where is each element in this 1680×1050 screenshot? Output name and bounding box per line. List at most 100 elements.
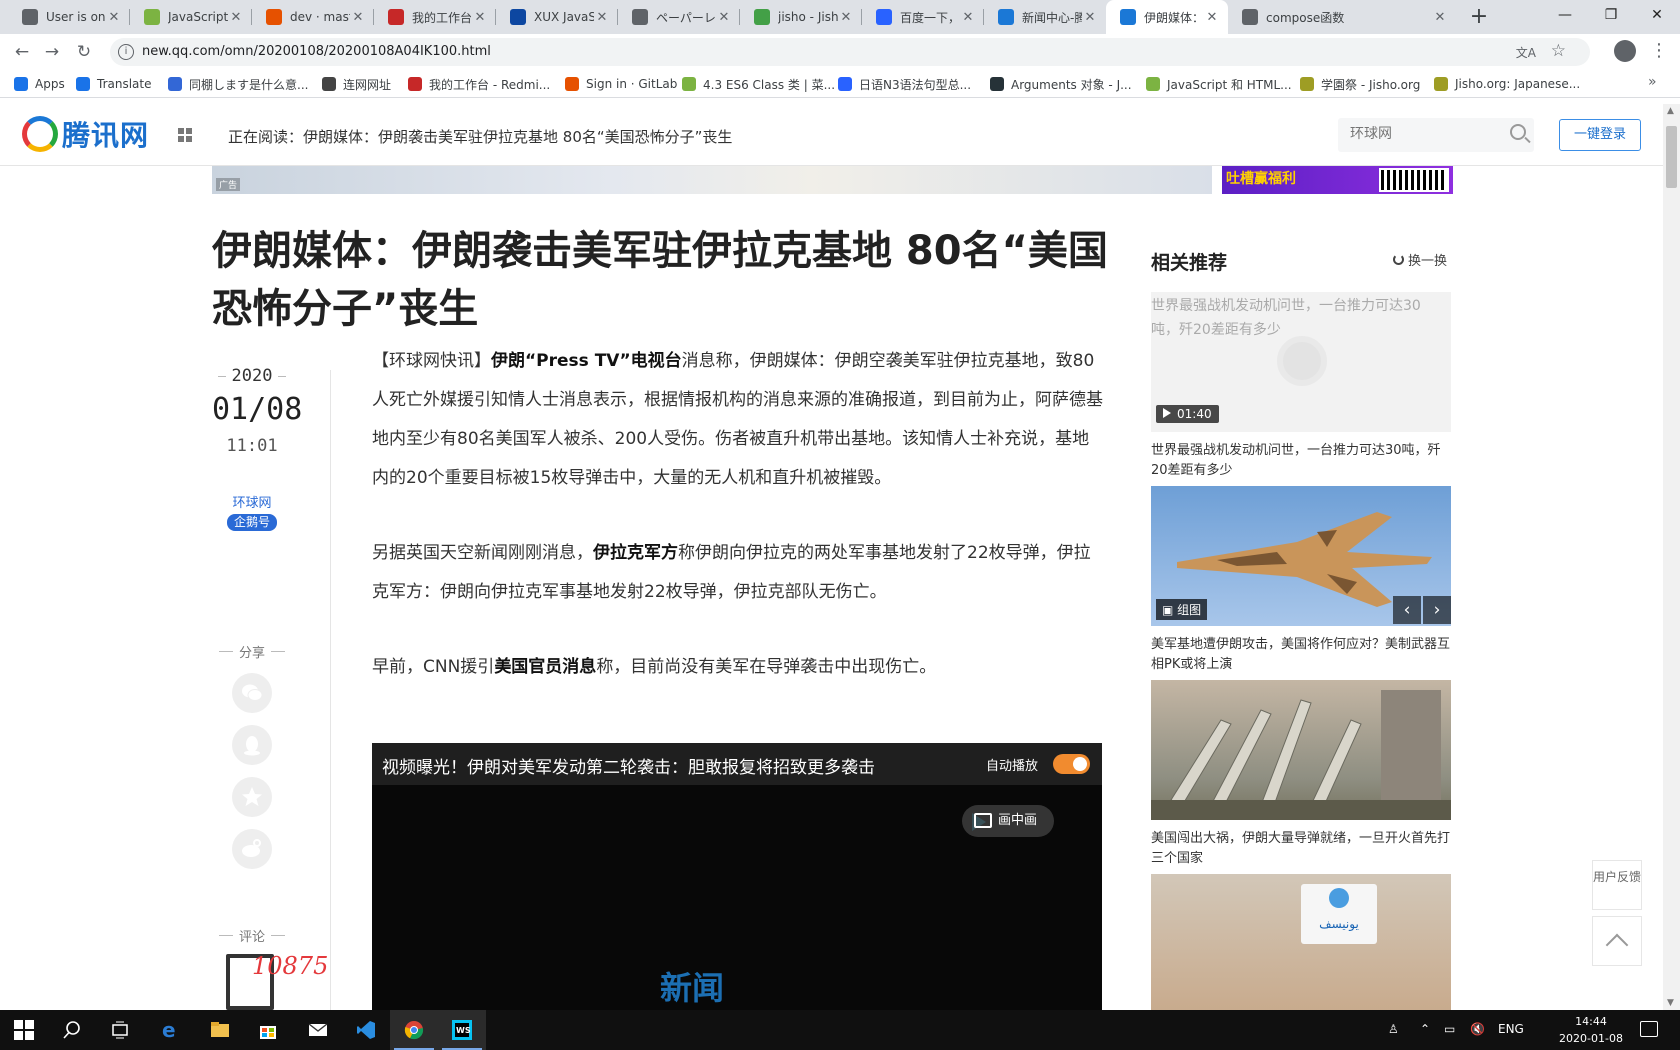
weibo-share-icon[interactable] bbox=[232, 829, 272, 869]
taskbar-edge[interactable]: e bbox=[146, 1010, 194, 1050]
site-logo[interactable]: 腾讯网 bbox=[22, 114, 149, 154]
bookmark-star-icon[interactable]: ☆ bbox=[1551, 41, 1566, 61]
source-badge[interactable]: 企鹅号 bbox=[226, 514, 277, 531]
close-icon[interactable]: ✕ bbox=[228, 10, 244, 25]
forward-icon[interactable]: → bbox=[40, 40, 64, 64]
ad-banner[interactable]: 广告 bbox=[212, 166, 1212, 194]
taskbar-mail[interactable] bbox=[294, 1010, 342, 1050]
card-thumbnail[interactable]: ▣ 组图 ‹ › bbox=[1151, 486, 1451, 626]
browser-tab[interactable]: 我的工作台 -✕ bbox=[374, 0, 496, 34]
browser-tab[interactable]: jisho - Jisho.✕ bbox=[740, 0, 862, 34]
next-arrow-icon[interactable]: › bbox=[1423, 596, 1451, 624]
bookmark-item[interactable]: 4.3 ES6 Class 类 | 菜... bbox=[682, 75, 835, 93]
refresh-button[interactable]: 换一换 bbox=[1393, 250, 1447, 269]
new-tab-button[interactable]: + bbox=[1466, 4, 1492, 30]
qq-share-icon[interactable] bbox=[232, 725, 272, 765]
card-thumbnail[interactable]: يونيسف bbox=[1151, 874, 1451, 1010]
wechat-share-icon[interactable] bbox=[232, 673, 272, 713]
taskbar-store[interactable] bbox=[244, 1010, 292, 1050]
taskbar-chrome[interactable] bbox=[390, 1010, 438, 1050]
favorite-star-icon[interactable] bbox=[232, 777, 272, 817]
search-icon[interactable] bbox=[1510, 124, 1526, 140]
bookmark-item[interactable]: 我的工作台 - Redmi... bbox=[408, 75, 550, 93]
card-caption[interactable]: 美军基地遭伊朗攻击，美国将作何应对？美制武器互相PK或将上演 bbox=[1151, 635, 1451, 675]
url-text[interactable]: new.qq.com/omn/20200108/20200108A04IK100… bbox=[142, 44, 491, 59]
back-icon[interactable]: ← bbox=[10, 40, 34, 64]
close-icon[interactable]: ✕ bbox=[350, 10, 366, 25]
minimize-button[interactable]: — bbox=[1542, 0, 1588, 30]
feedback-button[interactable]: 用户反馈 bbox=[1592, 860, 1642, 910]
card-thumbnail[interactable]: 世界最强战机发动机问世，一台推力可达30吨，歼20差距有多少 01:40 bbox=[1151, 292, 1451, 432]
browser-tab[interactable]: XUX JavaScri✕ bbox=[496, 0, 618, 34]
browser-tab[interactable]: 新闻中心-腾 ✕ bbox=[984, 0, 1106, 34]
bookmark-item[interactable]: Jisho.org: Japanese... bbox=[1434, 75, 1580, 93]
close-icon[interactable]: ✕ bbox=[472, 10, 488, 25]
volume-muted-icon[interactable]: 🔇 bbox=[1470, 1022, 1485, 1036]
profile-avatar-icon[interactable] bbox=[1614, 40, 1636, 62]
close-icon[interactable]: ✕ bbox=[838, 10, 854, 25]
address-bar[interactable]: i new.qq.com/omn/20200108/20200108A04IK1… bbox=[110, 38, 1590, 66]
comment-count[interactable]: 10875 bbox=[252, 952, 328, 980]
related-card[interactable]: ▣ 组图 ‹ › 美军基地遭伊朗攻击，美国将作何应对？美制武器互相PK或将上演 bbox=[1151, 486, 1451, 675]
search-button[interactable] bbox=[48, 1010, 96, 1050]
start-button[interactable] bbox=[0, 1010, 48, 1050]
close-icon[interactable]: ✕ bbox=[1204, 10, 1220, 25]
browser-tab[interactable]: User is online✕ bbox=[8, 0, 130, 34]
close-icon[interactable]: ✕ bbox=[106, 10, 122, 25]
close-window-button[interactable]: ✕ bbox=[1634, 0, 1680, 30]
bookmark-item[interactable]: 日语N3语法句型总... bbox=[838, 75, 971, 93]
close-icon[interactable]: ✕ bbox=[960, 10, 976, 25]
prev-arrow-icon[interactable]: ‹ bbox=[1393, 596, 1421, 624]
back-to-top-button[interactable] bbox=[1592, 916, 1642, 966]
bookmark-apps[interactable]: Apps bbox=[14, 75, 65, 93]
taskbar-vscode[interactable] bbox=[342, 1010, 390, 1050]
page-scrollbar[interactable]: ▲ ▼ bbox=[1663, 104, 1680, 1010]
browser-tab[interactable]: JavaScript Ar✕ bbox=[130, 0, 252, 34]
scroll-down-icon[interactable]: ▼ bbox=[1667, 998, 1674, 1008]
restore-button[interactable]: ❐ bbox=[1588, 0, 1634, 30]
system-clock[interactable]: 14:44 2020-01-08 bbox=[1556, 1013, 1626, 1047]
translate-icon[interactable]: 文A bbox=[1516, 44, 1536, 61]
browser-tab-active[interactable]: 伊朗媒体：伊✕ bbox=[1106, 0, 1228, 34]
browser-tab[interactable]: dev · master✕ bbox=[252, 0, 374, 34]
taskbar-webstorm[interactable]: WS bbox=[438, 1010, 486, 1050]
bookmark-item[interactable]: 连网网址 bbox=[322, 75, 391, 93]
notification-icon[interactable] bbox=[1640, 1021, 1658, 1037]
bookmark-item[interactable]: 学園祭 - Jisho.org bbox=[1300, 75, 1420, 93]
reload-icon[interactable]: ↻ bbox=[72, 40, 96, 64]
related-card[interactable]: 世界最强战机发动机问世，一台推力可达30吨，歼20差距有多少 01:40 世界最… bbox=[1151, 292, 1451, 481]
close-icon[interactable]: ✕ bbox=[1432, 10, 1448, 25]
bookmark-item[interactable]: JavaScript 和 HTML... bbox=[1146, 75, 1292, 93]
menu-grid-icon[interactable] bbox=[178, 128, 192, 142]
bookmark-item[interactable]: Translate bbox=[76, 75, 152, 93]
card-thumbnail[interactable] bbox=[1151, 680, 1451, 820]
browser-tab[interactable]: 百度一下，你✕ bbox=[862, 0, 984, 34]
picture-in-picture-button[interactable]: 画中画 bbox=[962, 805, 1054, 837]
bookmark-item[interactable]: Sign in · GitLab bbox=[565, 75, 677, 93]
related-card[interactable]: 美国闯出大祸，伊朗大量导弹就绪，一旦开火首先打三个国家 bbox=[1151, 680, 1451, 869]
close-icon[interactable]: ✕ bbox=[1082, 10, 1098, 25]
bookmark-item[interactable]: Arguments 对象 - J... bbox=[990, 75, 1132, 93]
bookmark-item[interactable]: 同棚します是什么意... bbox=[168, 75, 308, 93]
network-icon[interactable]: ▭ bbox=[1444, 1022, 1455, 1036]
people-icon[interactable]: ♙ bbox=[1388, 1022, 1399, 1036]
source-link[interactable]: 环球网 bbox=[212, 492, 292, 511]
browser-tab[interactable]: compose函数 ✕ bbox=[1228, 0, 1456, 34]
site-info-icon[interactable]: i bbox=[118, 44, 134, 60]
close-icon[interactable]: ✕ bbox=[594, 10, 610, 25]
taskbar-explorer[interactable] bbox=[196, 1010, 244, 1050]
close-icon[interactable]: ✕ bbox=[716, 10, 732, 25]
browser-tab[interactable]: ペーパーレスファ✕ bbox=[618, 0, 740, 34]
task-view-button[interactable] bbox=[96, 1010, 144, 1050]
autoplay-toggle[interactable] bbox=[1053, 754, 1090, 774]
browser-menu-icon[interactable]: ⋮ bbox=[1650, 40, 1668, 61]
card-caption[interactable]: 世界最强战机发动机问世，一台推力可达30吨，歼20差距有多少 bbox=[1151, 441, 1451, 481]
bookmarks-overflow-icon[interactable]: » bbox=[1648, 74, 1657, 90]
scroll-up-icon[interactable]: ▲ bbox=[1667, 106, 1674, 116]
related-card[interactable]: يونيسف bbox=[1151, 874, 1451, 1010]
ad-banner-side[interactable]: 吐槽赢福利 bbox=[1222, 166, 1453, 194]
scroll-thumb[interactable] bbox=[1666, 126, 1677, 188]
site-search[interactable] bbox=[1338, 118, 1534, 152]
video-player[interactable]: 视频曝光！伊朗对美军发动第二轮袭击：胆敢报复将招致更多袭击 自动播放 画中画 新… bbox=[372, 743, 1102, 1010]
card-caption[interactable]: 美国闯出大祸，伊朗大量导弹就绪，一旦开火首先打三个国家 bbox=[1151, 829, 1451, 869]
